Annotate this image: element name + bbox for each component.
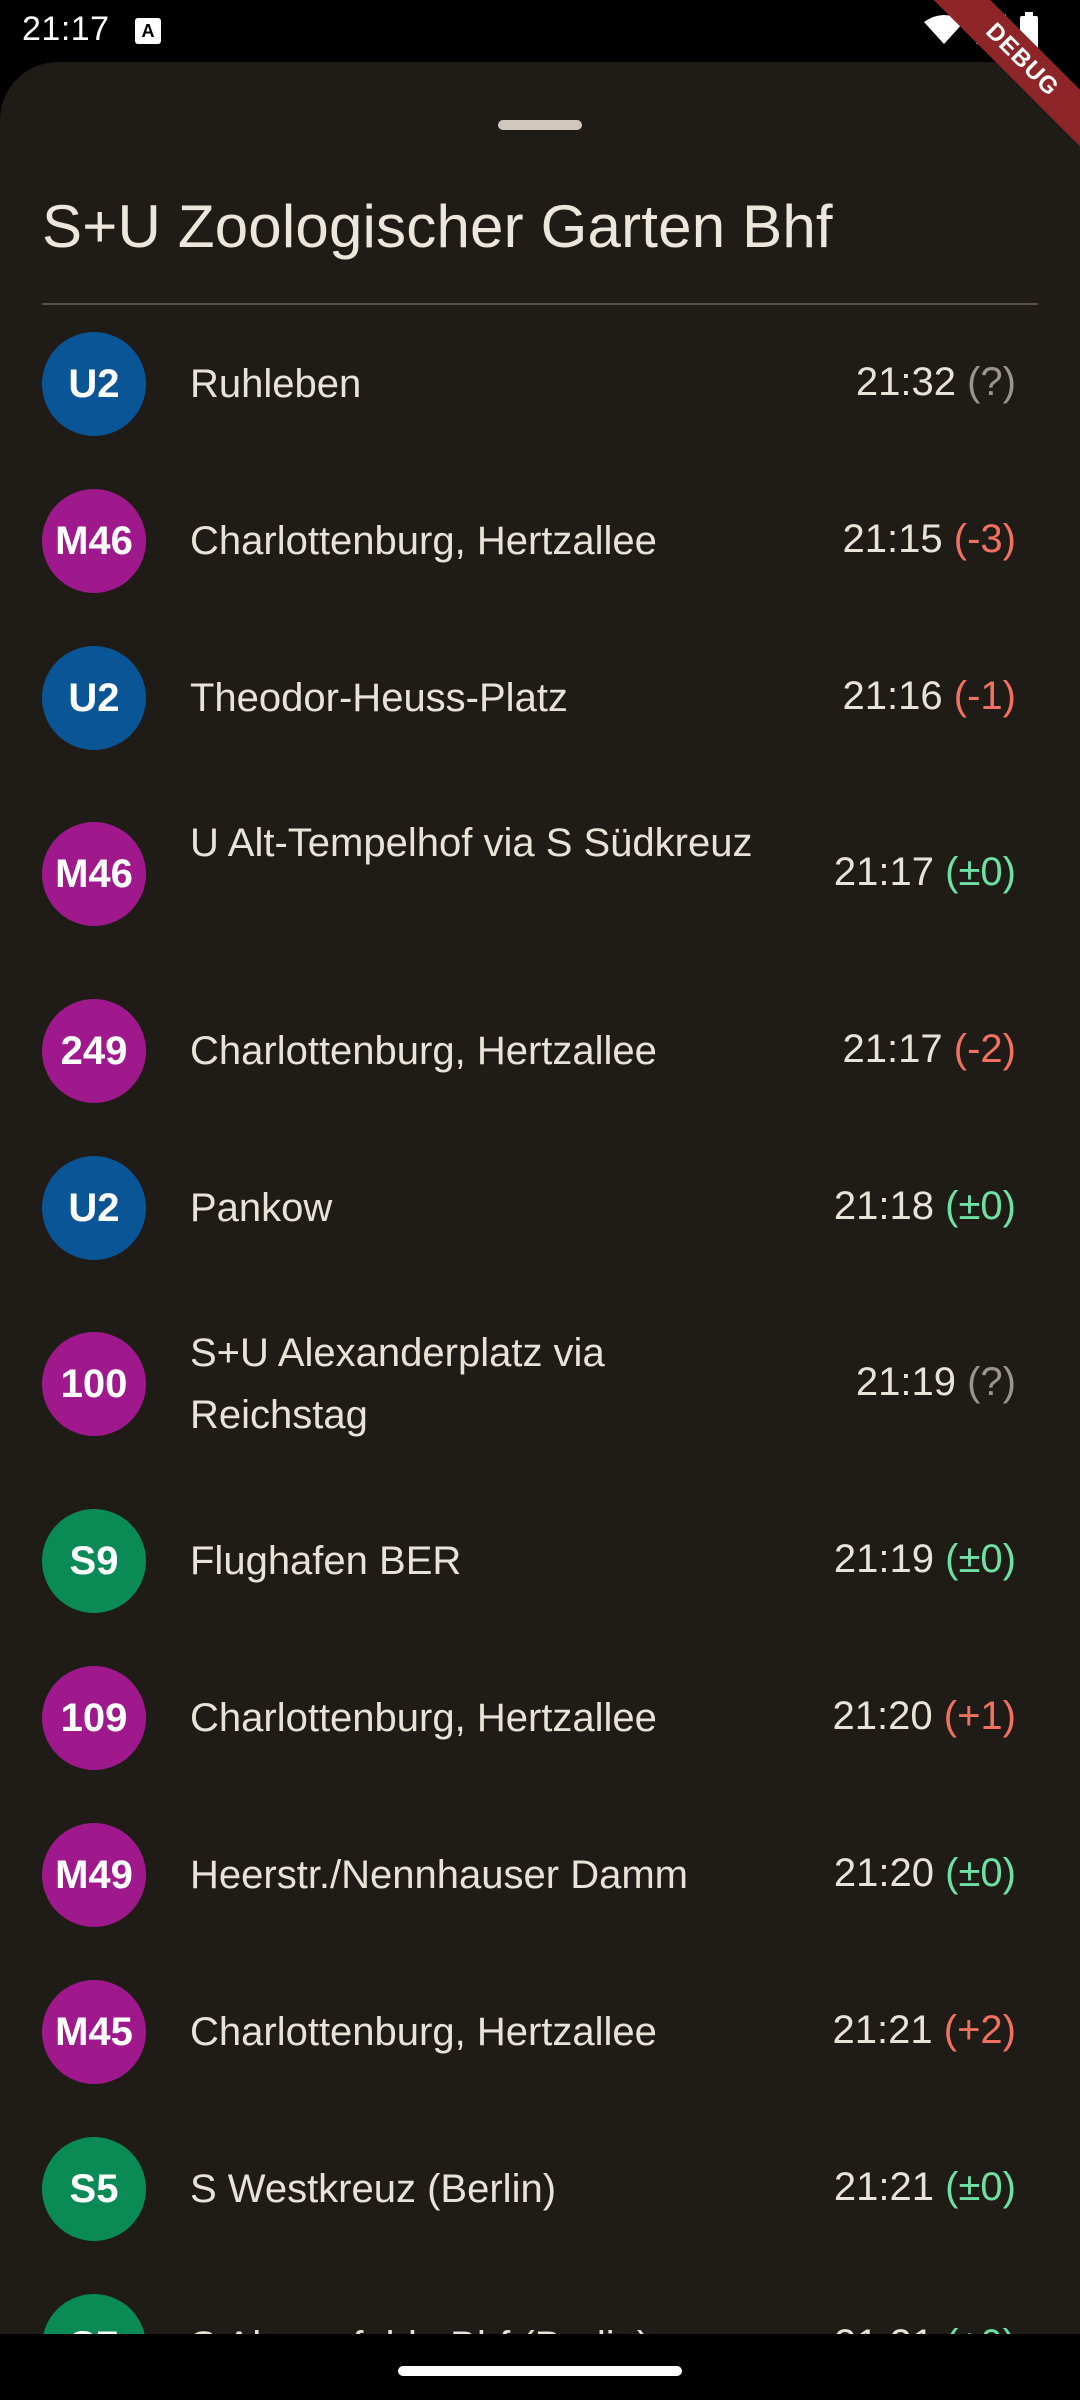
scheduled-time: 21:21: [834, 2322, 934, 2335]
line-badge: 100: [42, 1332, 146, 1436]
departure-row[interactable]: M46 U Alt-Tempelhof via S Südkreuz 21:17 (…: [0, 776, 1080, 972]
scheduled-time: 21:19: [833, 1536, 935, 1581]
departure-row[interactable]: M45 Charlottenburg, Hertzallee 21:21 (+2): [0, 1953, 1080, 2110]
departure-list: U2 Ruhleben 21:32 (?) M46 Charlottenburg, He…: [0, 305, 1080, 2334]
scheduled-time: 21:16: [842, 673, 943, 718]
status-bar: 21:17 A: [0, 0, 1080, 62]
delay-indicator: (-2): [953, 1026, 1016, 1071]
keyboard-indicator-icon: A: [135, 18, 161, 44]
destination-label: S Westkreuz (Berlin): [190, 2166, 557, 2211]
destination-label: S Ahrensfelde Bhf (Berlin): [190, 2315, 790, 2335]
navigation-bar: [0, 2334, 1080, 2400]
scheduled-time: 21:18: [833, 1183, 935, 1228]
destination-label: Charlottenburg, Hertzallee: [190, 1695, 657, 1740]
departure-row[interactable]: U2 Pankow 21:18 (±0): [0, 1129, 1080, 1286]
scheduled-time: 21:32: [855, 359, 956, 404]
departure-row[interactable]: M49 Heerstr./Nennhauser Damm 21:20 (±0): [0, 1796, 1080, 1953]
departure-time: 21:17 (-2): [843, 1027, 1016, 1072]
departure-row[interactable]: 109 Charlottenburg, Hertzallee 21:20 (+1): [0, 1639, 1080, 1796]
station-title: S+U Zoologischer Garten Bhf: [42, 193, 833, 260]
delay-indicator: (±0): [945, 2322, 1016, 2335]
departure-time: 21:21 (±0): [834, 2322, 1016, 2335]
destination-label: Charlottenburg, Hertzallee: [190, 1028, 657, 1073]
line-badge: S5: [42, 2136, 146, 2241]
status-time: 21:17: [22, 10, 110, 48]
destination-label: Flughafen BER: [190, 1538, 462, 1583]
departure-time: 21:20 (+1): [833, 1694, 1016, 1739]
departure-time: 21:17 (±0): [834, 850, 1016, 895]
destination-label: Heerstr./Nennhauser Damm: [190, 1852, 688, 1897]
departure-row[interactable]: M46 Charlottenburg, Hertzallee 21:15 (-3): [0, 462, 1080, 619]
scheduled-time: 21:21: [833, 2164, 935, 2209]
destination-label: Charlottenburg, Hertzallee: [190, 518, 657, 563]
departure-time: 21:19 (±0): [834, 1537, 1016, 1582]
delay-indicator: (-1): [953, 673, 1016, 718]
departure-row[interactable]: S7 S Ahrensfelde Bhf (Berlin) 21:21 (±0): [0, 2267, 1080, 2334]
delay-indicator: (?): [967, 1360, 1016, 1404]
line-badge: U2: [42, 331, 146, 436]
delay-indicator: (+1): [943, 1693, 1016, 1738]
departure-row[interactable]: 249 Charlottenburg, Hertzallee 21:17 (-2): [0, 972, 1080, 1129]
scheduled-time: 21:15: [842, 516, 943, 561]
delay-indicator: (±0): [945, 850, 1016, 894]
screen: 21:17 A DEBUG S+U Zoologischer Garten Bh…: [0, 0, 1080, 2400]
departure-row[interactable]: U2 Ruhleben 21:32 (?): [0, 305, 1080, 462]
line-badge: M49: [42, 1822, 146, 1927]
delay-indicator: (±0): [945, 1536, 1016, 1581]
line-badge: M45: [42, 1979, 146, 2084]
scheduled-time: 21:17: [842, 1026, 943, 1071]
destination-label: Charlottenburg, Hertzallee: [190, 2009, 657, 2054]
line-badge: S7: [42, 2293, 146, 2334]
delay-indicator: (±0): [945, 1183, 1016, 1228]
line-badge: U2: [42, 1155, 146, 1260]
line-badge: S9: [42, 1508, 146, 1613]
scheduled-time: 21:19: [855, 1360, 956, 1404]
line-badge: M46: [42, 488, 146, 593]
departures-bottom-sheet: S+U Zoologischer Garten Bhf U2 Ruhleben 21…: [0, 62, 1080, 2334]
delay-indicator: (+2): [943, 2007, 1016, 2052]
departure-row[interactable]: 100 S+U Alexanderplatz via Reichstag 21:19…: [0, 1286, 1080, 1482]
home-gesture-pill[interactable]: [398, 2366, 682, 2376]
delay-indicator: (-3): [953, 516, 1016, 561]
departure-row[interactable]: S9 Flughafen BER 21:19 (±0): [0, 1482, 1080, 1639]
delay-indicator: (±0): [945, 2164, 1016, 2209]
delay-indicator: (?): [967, 359, 1016, 404]
departure-time: 21:20 (±0): [834, 1851, 1016, 1896]
line-badge: 249: [42, 998, 146, 1103]
destination-label: S+U Alexanderplatz via Reichstag: [190, 1331, 605, 1437]
departure-time: 21:19 (?): [856, 1360, 1016, 1405]
departure-time: 21:18 (±0): [834, 1184, 1016, 1229]
destination-label: Theodor-Heuss-Platz: [190, 675, 568, 720]
scheduled-time: 21:20: [832, 1693, 933, 1738]
drag-handle[interactable]: [498, 120, 582, 130]
departure-time: 21:32 (?): [856, 360, 1016, 405]
destination-label: Ruhleben: [190, 361, 362, 406]
departure-row[interactable]: S5 S Westkreuz (Berlin) 21:21 (±0): [0, 2110, 1080, 2267]
destination-label: Pankow: [190, 1185, 333, 1230]
line-badge: U2: [42, 645, 146, 750]
destination-label: U Alt-Tempelhof via S Südkreuz: [190, 821, 753, 865]
scheduled-time: 21:17: [833, 850, 935, 894]
scheduled-time: 21:20: [833, 1850, 935, 1895]
departure-time: 21:21 (+2): [833, 2008, 1016, 2053]
departure-time: 21:15 (-3): [843, 517, 1016, 562]
departure-row[interactable]: U2 Theodor-Heuss-Platz 21:16 (-1): [0, 619, 1080, 776]
departure-time: 21:21 (±0): [834, 2165, 1016, 2210]
departure-time: 21:16 (-1): [843, 674, 1016, 719]
line-badge: 109: [42, 1665, 146, 1770]
line-badge: M46: [42, 822, 146, 926]
scheduled-time: 21:21: [832, 2007, 933, 2052]
delay-indicator: (±0): [945, 1850, 1016, 1895]
